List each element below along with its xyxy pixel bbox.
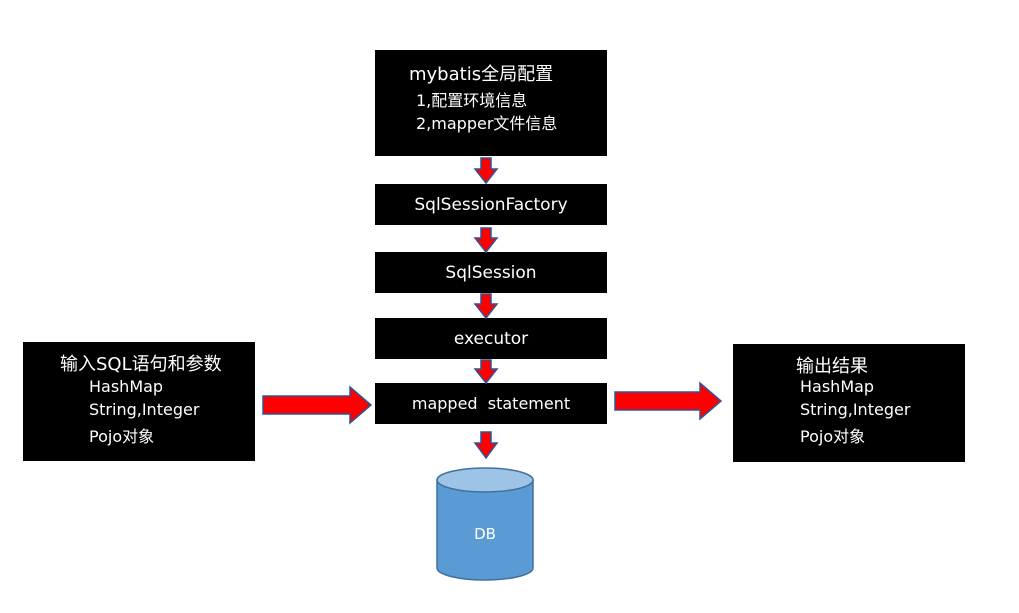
arrow-config-to-factory bbox=[473, 157, 499, 185]
diagram-connectors: DB bbox=[262, 157, 723, 581]
arrow-input-to-mapped bbox=[262, 385, 373, 425]
arrow-factory-to-session bbox=[473, 227, 499, 254]
database-cylinder: DB bbox=[436, 467, 534, 581]
arrow-mapped-to-output bbox=[614, 381, 723, 421]
arrow-mapped-to-db bbox=[473, 431, 499, 460]
arrow-executor-to-mapped bbox=[473, 359, 499, 385]
arrow-session-to-executor bbox=[473, 293, 499, 320]
database-label: DB bbox=[474, 525, 496, 543]
